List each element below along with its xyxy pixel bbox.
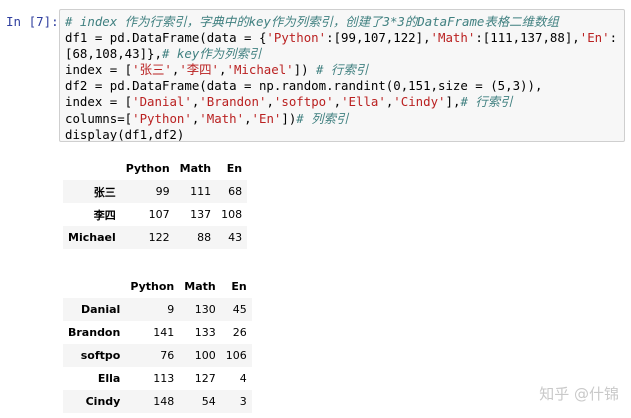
column-header: En <box>226 162 243 175</box>
index-header-cell <box>63 275 125 298</box>
code-line: display(df1,df2) <box>65 126 619 142</box>
code-token: # 行索引 <box>316 62 369 78</box>
table-row: Brandon 141 133 26 <box>63 321 252 344</box>
code-token: df1 = pd.DataFrame(data = { <box>65 30 267 46</box>
row-index-label: Danial <box>80 303 121 316</box>
code-token: # key作为列索引 <box>161 46 262 62</box>
code-token: ], <box>445 94 461 110</box>
code-token: index = [ <box>65 62 133 78</box>
code-token: , <box>333 94 342 110</box>
table-cell: 122 <box>148 231 170 244</box>
code-token: 'Python' <box>266 30 327 46</box>
table-row: Michael 122 88 43 <box>63 226 248 249</box>
table-cell: 141 <box>153 326 175 339</box>
code-token: , <box>266 94 274 110</box>
table-cell: 106 <box>225 349 247 362</box>
table-cell: 133 <box>194 326 216 339</box>
code-line: df2 = pd.DataFrame(data = np.random.rand… <box>65 78 619 94</box>
code-line: columns=['Python','Math','En'])# 列索引 <box>65 111 619 127</box>
table-cell: 76 <box>160 349 175 362</box>
code-token: ]) <box>281 110 297 126</box>
index-header-cell <box>63 157 121 180</box>
code-token: 'Danial' <box>132 94 192 110</box>
dataframe-df2: Python Math En Danial 9 130 45 Brandon 141 133 26… <box>63 275 252 413</box>
code-token: index = [ <box>65 94 133 110</box>
table-cell: 113 <box>153 372 175 385</box>
code-token: :[99,107,122], <box>326 30 431 46</box>
column-header: Python <box>125 162 170 175</box>
dataframe-df1: Python Math En 张三 99 111 68 李四 107 137 108 Michael… <box>63 157 248 249</box>
code-token: , <box>244 110 252 126</box>
column-header: Math <box>184 280 216 293</box>
table-cell: 43 <box>228 231 243 244</box>
table-cell: 9 <box>167 303 175 316</box>
table-cell: 130 <box>194 303 216 316</box>
watermark: 知乎 @什锦 <box>539 385 619 403</box>
table-row: Cindy 148 54 3 <box>63 390 252 413</box>
code-token: 'En' <box>579 30 610 46</box>
table-cell: 3 <box>239 395 247 408</box>
input-prompt: In [7]: <box>6 14 59 29</box>
table-row: 李四 107 137 108 <box>63 203 248 226</box>
code-token: # index 作为行索引，字典中的key作为列索引，创建了3*3的DataFr… <box>65 14 559 29</box>
code-token: columns=[ <box>65 110 133 126</box>
code-token: 'Math' <box>199 110 245 126</box>
column-header: Python <box>130 280 175 293</box>
table-cell: 99 <box>155 185 170 198</box>
column-header: En <box>231 280 247 293</box>
code-token: 'Python' <box>132 110 192 126</box>
code-token: '张三' <box>132 62 172 78</box>
code-token: df2 = pd.DataFrame(data = np.random.rand… <box>65 78 543 94</box>
row-index-label: Michael <box>68 231 116 244</box>
code-cell-editor[interactable]: # index 作为行索引，字典中的key作为列索引，创建了3*3的DataFr… <box>59 9 625 142</box>
code-token: 'Brandon' <box>199 94 267 110</box>
code-token: # 行索引 <box>460 94 513 110</box>
table-cell: 108 <box>221 208 243 221</box>
table-row: 张三 99 111 68 <box>63 180 248 203</box>
code-token: 'Ella' <box>341 94 386 110</box>
row-index-label: Ella <box>97 372 121 385</box>
code-line: # index 作为行索引，字典中的key作为列索引，创建了3*3的DataFr… <box>65 14 619 30</box>
code-token: 'Cindy' <box>393 94 446 110</box>
code-line: df1 = pd.DataFrame(data = {'Python':[99,… <box>65 30 619 46</box>
code-token: 'softpo' <box>273 94 334 110</box>
code-token: '李四' <box>179 62 220 78</box>
code-token: 'Michael' <box>226 62 294 78</box>
table-cell: 88 <box>197 231 212 244</box>
table-cell: 107 <box>148 208 170 221</box>
row-index-label: 李四 <box>93 208 116 222</box>
table-cell: 100 <box>194 349 216 362</box>
header-row: Python Math En <box>63 275 252 298</box>
table-row: Ella 113 127 4 <box>63 367 252 390</box>
code-token: # 列索引 <box>296 110 349 126</box>
row-index-label: Cindy <box>85 395 121 408</box>
table-cell: 4 <box>239 372 247 385</box>
column-header: Math <box>179 162 212 175</box>
code-line: index = ['Danial','Brandon','softpo','El… <box>65 94 619 110</box>
table-cell: 127 <box>194 372 216 385</box>
code-line: index = ['张三','李四','Michael']) # 行索引 <box>65 62 619 78</box>
code-token: :[111,137,88], <box>475 30 580 46</box>
table-row: softpo 76 100 106 <box>63 344 252 367</box>
code-token: : <box>609 30 618 46</box>
table-cell: 148 <box>153 395 175 408</box>
table-row: Danial 9 130 45 <box>63 298 252 321</box>
table-cell: 26 <box>232 326 247 339</box>
row-index-label: Brandon <box>68 326 121 339</box>
table-cell: 111 <box>190 185 212 198</box>
row-index-label: 张三 <box>93 185 116 199</box>
row-index-label: softpo <box>80 349 121 362</box>
code-token: display(df1,df2) <box>65 126 185 142</box>
code-token: 'Math' <box>430 30 476 46</box>
code-token: 'En' <box>251 110 282 126</box>
code-token: [68,108,43]}, <box>65 46 162 62</box>
code-line: [68,108,43]},# key作为列索引 <box>65 46 619 62</box>
header-row: Python Math En <box>63 157 247 180</box>
table-cell: 54 <box>201 395 216 408</box>
table-cell: 45 <box>232 303 247 316</box>
table-cell: 68 <box>228 185 243 198</box>
table-cell: 137 <box>190 208 212 221</box>
code-token: ]) <box>293 62 317 78</box>
